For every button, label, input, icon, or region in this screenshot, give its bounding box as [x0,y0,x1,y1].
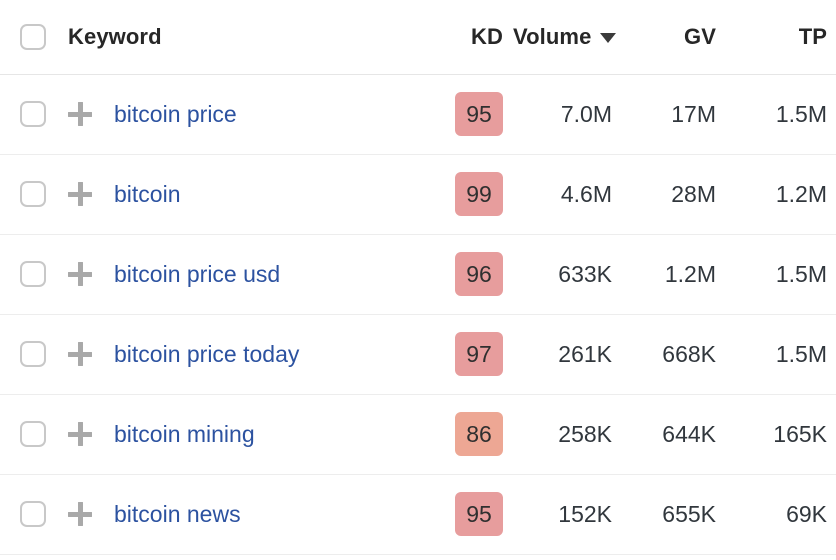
kd-badge: 97 [455,332,503,376]
column-header-volume-label: Volume [513,24,591,50]
tp-cell: 1.5M [726,74,836,154]
keyword-cell: bitcoin price usd [0,234,443,314]
kd-badge: 96 [455,252,503,296]
caret-down-icon [600,33,616,43]
plus-icon[interactable] [68,182,92,206]
row-checkbox[interactable] [20,501,46,527]
keyword-table: Keyword KD Volume GV TP bitcoin price957… [0,0,836,555]
table-row: bitcoin news 95152K655K69K [0,474,836,554]
gv-cell: 1.2M [618,234,726,314]
keyword-cell: bitcoin mining [0,394,443,474]
column-header-gv[interactable]: GV [618,0,726,74]
kd-badge: 86 [455,412,503,456]
column-header-gv-label: GV [684,24,716,49]
keyword-cell: bitcoin news [0,474,443,554]
volume-cell: 633K [513,234,618,314]
select-all-checkbox[interactable] [20,24,46,50]
plus-icon[interactable] [68,102,92,126]
gv-cell: 28M [618,154,726,234]
kd-badge: 99 [455,172,503,216]
keyword-cell: bitcoin price today [0,314,443,394]
row-checkbox[interactable] [20,261,46,287]
tp-cell: 165K [726,394,836,474]
table-row: bitcoin mining 86258K644K165K [0,394,836,474]
tp-cell: 69K [726,474,836,554]
plus-icon[interactable] [68,342,92,366]
keyword-link[interactable]: bitcoin price usd [114,263,280,286]
tp-cell: 1.5M [726,314,836,394]
keyword-link[interactable]: bitcoin news [114,503,241,526]
column-header-volume[interactable]: Volume [513,0,618,74]
kd-badge: 95 [455,492,503,536]
gv-cell: 655K [618,474,726,554]
table-row: bitcoin price today 97261K668K1.5M [0,314,836,394]
plus-icon[interactable] [68,502,92,526]
keyword-link[interactable]: bitcoin mining [114,423,255,446]
table-row: bitcoin price usd 96633K1.2M1.5M [0,234,836,314]
kd-cell: 97 [443,314,513,394]
keyword-link[interactable]: bitcoin price today [114,343,299,366]
volume-cell: 261K [513,314,618,394]
column-header-keyword[interactable]: Keyword [0,0,443,74]
column-header-kd[interactable]: KD [443,0,513,74]
column-header-tp-label: TP [799,24,827,49]
keyword-cell: bitcoin price [0,74,443,154]
plus-icon[interactable] [68,422,92,446]
kd-cell: 86 [443,394,513,474]
volume-cell: 7.0M [513,74,618,154]
kd-cell: 99 [443,154,513,234]
gv-cell: 17M [618,74,726,154]
volume-cell: 258K [513,394,618,474]
kd-badge: 95 [455,92,503,136]
kd-cell: 96 [443,234,513,314]
volume-cell: 152K [513,474,618,554]
tp-cell: 1.2M [726,154,836,234]
row-checkbox[interactable] [20,101,46,127]
table-header-row: Keyword KD Volume GV TP [0,0,836,74]
table-row: bitcoin 994.6M28M1.2M [0,154,836,234]
table-header: Keyword KD Volume GV TP [0,0,836,74]
keyword-cell: bitcoin [0,154,443,234]
row-checkbox[interactable] [20,421,46,447]
gv-cell: 668K [618,314,726,394]
column-header-tp[interactable]: TP [726,0,836,74]
keyword-link[interactable]: bitcoin [114,183,180,206]
kd-cell: 95 [443,74,513,154]
gv-cell: 644K [618,394,726,474]
tp-cell: 1.5M [726,234,836,314]
row-checkbox[interactable] [20,341,46,367]
table-row: bitcoin price 957.0M17M1.5M [0,74,836,154]
row-checkbox[interactable] [20,181,46,207]
plus-icon[interactable] [68,262,92,286]
keyword-link[interactable]: bitcoin price [114,103,237,126]
column-header-keyword-label: Keyword [68,24,162,50]
kd-cell: 95 [443,474,513,554]
column-header-kd-label: KD [471,24,503,49]
volume-cell: 4.6M [513,154,618,234]
table-body: bitcoin price957.0M17M1.5Mbitcoin994.6M2… [0,74,836,554]
